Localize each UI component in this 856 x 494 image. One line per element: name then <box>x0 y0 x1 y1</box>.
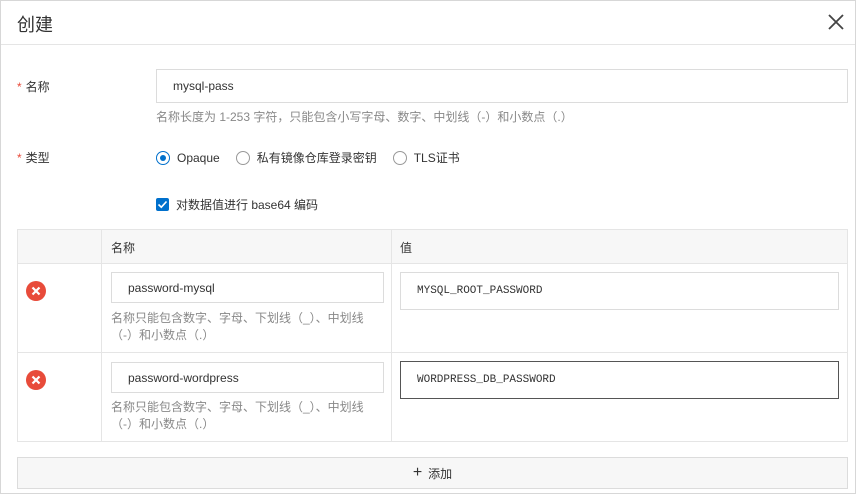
base64-label: 对数据值进行 base64 编码 <box>176 198 319 212</box>
radio-private-registry-label: 私有镜像仓库登录密钥 <box>256 151 377 165</box>
type-label: * 类型 <box>17 149 50 166</box>
required-mark: * <box>17 151 22 165</box>
column-divider <box>101 230 102 441</box>
key-input[interactable] <box>111 362 384 393</box>
key-hint-line: （-）和小数点（.） <box>111 328 215 342</box>
key-input[interactable] <box>111 272 384 303</box>
value-input[interactable] <box>400 272 839 310</box>
radio-private-registry[interactable]: 私有镜像仓库登录密钥 <box>235 149 377 166</box>
radio-unchecked-icon[interactable] <box>392 150 407 165</box>
create-secret-dialog: 创建 *名称 名称长度为 1-253 字符，只能包含小写字母、数字、中划线（-）… <box>0 0 856 494</box>
name-label: * 名称 <box>17 78 50 95</box>
header-value: 值 <box>400 241 413 255</box>
dialog-title: 创建 <box>17 15 53 35</box>
key-hint-line: （-）和小数点（.） <box>111 417 215 431</box>
value-input[interactable] <box>400 361 839 399</box>
radio-unchecked-icon[interactable] <box>235 150 250 165</box>
key-hint-line: 名称只能包含数字、字母、下划线（_）、中划线 <box>111 311 364 325</box>
type-radio-group: Opaque 私有镜像仓库登录密钥 TLS证书 <box>156 149 476 166</box>
checkbox-checked-icon[interactable] <box>156 198 169 211</box>
plus-icon: + <box>412 464 423 481</box>
table-header <box>18 230 847 264</box>
base64-checkbox-row[interactable]: 对数据值进行 base64 编码 <box>156 196 318 213</box>
key-hint: 名称只能包含数字、字母、下划线（_）、中划线 （-）和小数点（.） <box>111 399 391 433</box>
key-hint-line: 名称只能包含数字、字母、下划线（_）、中划线 <box>111 400 364 414</box>
type-label-text: 类型 <box>25 151 50 165</box>
delete-row-icon[interactable] <box>26 370 46 390</box>
column-divider <box>391 230 392 441</box>
name-hint: 名称长度为 1-253 字符，只能包含小写字母、数字、中划线（-）和小数点（.） <box>156 110 573 124</box>
close-icon[interactable] <box>827 13 845 31</box>
radio-opaque-label: Opaque <box>177 150 220 165</box>
header-name: 名称 <box>111 241 136 255</box>
row-divider <box>18 352 847 353</box>
key-hint: 名称只能包含数字、字母、下划线（_）、中划线 （-）和小数点（.） <box>111 310 391 344</box>
radio-checked-icon[interactable] <box>156 150 170 165</box>
add-row-label: 添加 <box>428 466 453 481</box>
add-row-button[interactable]: + 添加 <box>17 457 848 489</box>
dialog-header: 创建 <box>1 1 855 45</box>
name-label-text: 名称 <box>25 80 50 94</box>
radio-opaque[interactable]: Opaque <box>156 150 220 165</box>
data-table: 名称 值 名称只能包含数字、字母、下划线（_）、中划线 （-）和小数点（.） 名… <box>17 229 848 442</box>
delete-row-icon[interactable] <box>26 281 46 301</box>
radio-tls-label: TLS证书 <box>413 151 460 165</box>
name-input[interactable] <box>156 69 848 103</box>
required-mark: * <box>17 80 22 94</box>
radio-tls[interactable]: TLS证书 <box>392 149 460 166</box>
